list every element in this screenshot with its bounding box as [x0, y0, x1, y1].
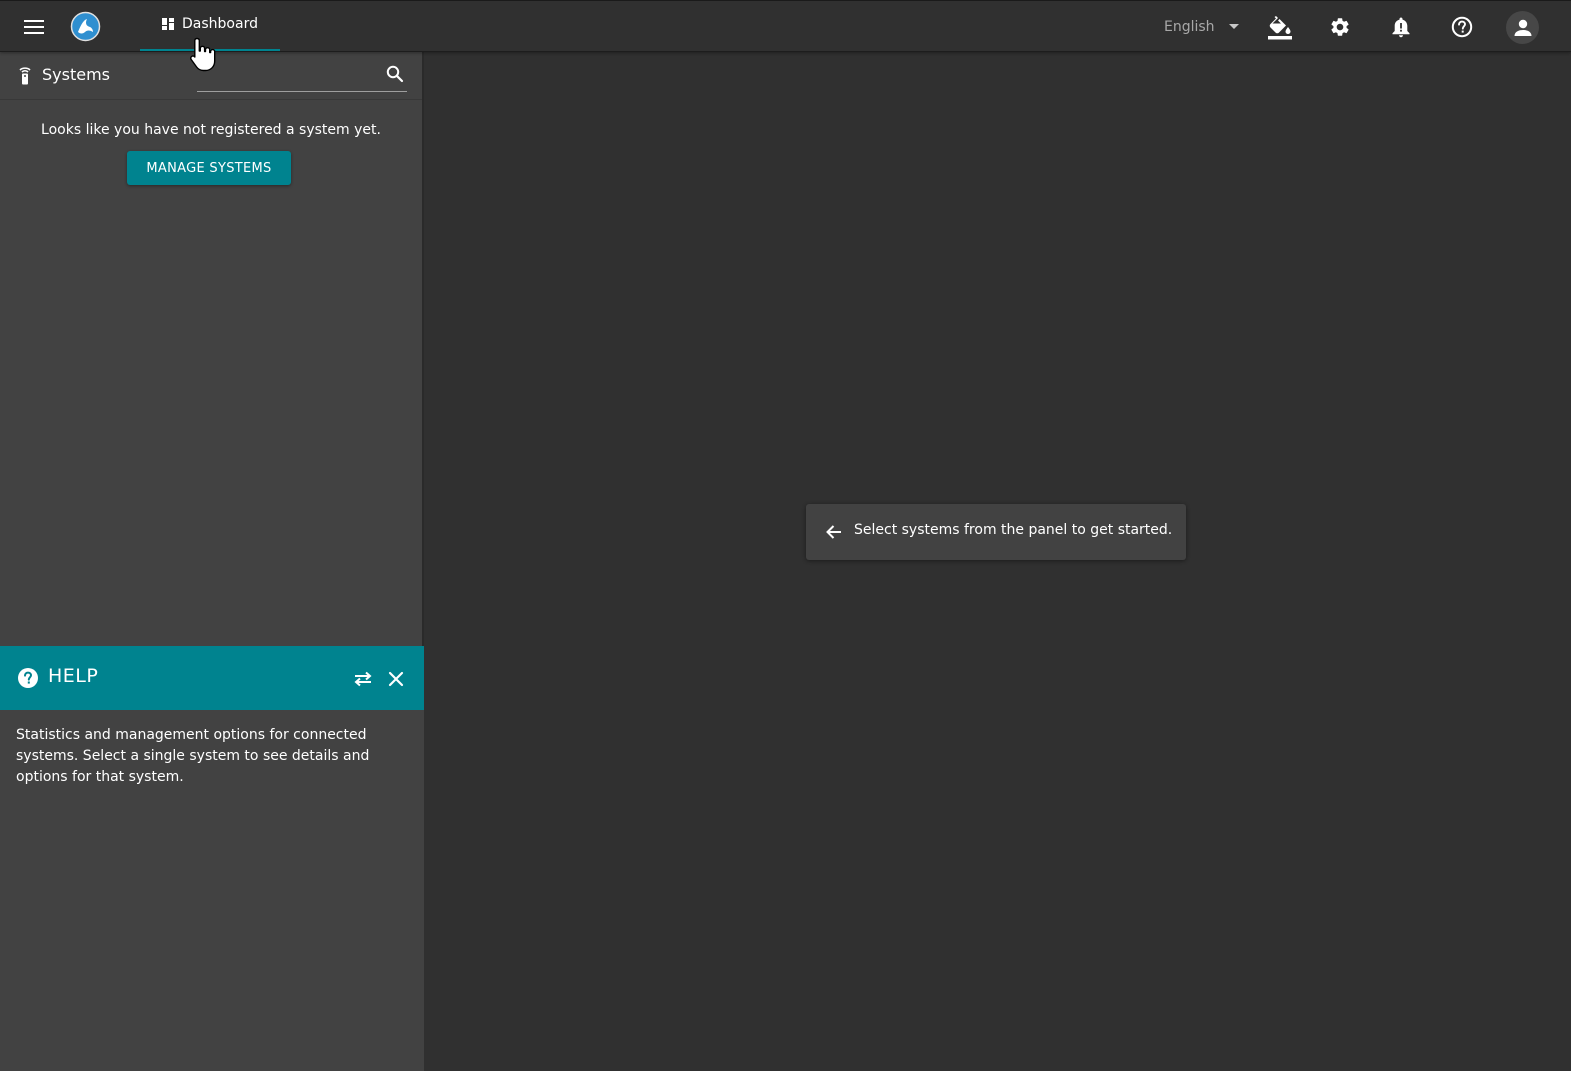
close-icon	[388, 671, 404, 687]
language-selected-value: English	[1164, 19, 1215, 35]
notifications-button[interactable]	[1383, 9, 1419, 45]
manage-systems-button[interactable]: MANAGE SYSTEMS	[127, 151, 291, 185]
close-help-button[interactable]	[383, 666, 409, 692]
help-header: HELP	[0, 646, 424, 710]
logo-icon	[70, 11, 101, 42]
paint-bucket-icon	[1268, 16, 1292, 40]
gear-icon	[1331, 18, 1349, 36]
help-circle-icon	[1451, 16, 1473, 38]
help-title: HELP	[48, 665, 99, 687]
chevron-down-icon	[1228, 24, 1239, 29]
get-started-hint: Select systems from the panel to get sta…	[806, 504, 1186, 560]
hint-text: Select systems from the panel to get sta…	[854, 522, 1173, 538]
main-content: Select systems from the panel to get sta…	[424, 52, 1571, 1071]
bell-alert-icon	[1392, 17, 1410, 38]
search-input[interactable]	[197, 60, 377, 90]
account-icon	[1514, 19, 1531, 36]
swap-panel-button[interactable]	[350, 666, 376, 692]
systems-search	[197, 60, 407, 92]
help-body-text: Statistics and management options for co…	[16, 727, 370, 785]
systems-title: Systems	[42, 65, 110, 84]
theme-button[interactable]	[1262, 9, 1298, 45]
search-icon[interactable]	[385, 64, 405, 84]
menu-icon	[24, 20, 44, 34]
app-logo[interactable]	[70, 11, 101, 42]
empty-systems-message: Looks like you have not registered a sys…	[41, 122, 381, 138]
tab-dashboard[interactable]: Dashboard	[140, 1, 280, 51]
top-bar: Dashboard English	[0, 0, 1571, 52]
help-button[interactable]	[1444, 9, 1480, 45]
arrow-left-icon	[826, 525, 841, 539]
account-button[interactable]	[1506, 11, 1539, 44]
tab-dashboard-label: Dashboard	[182, 16, 258, 32]
swap-horizontal-icon	[354, 671, 372, 687]
help-panel: HELP Statistics and management options f…	[0, 646, 424, 1071]
dashboard-icon	[162, 18, 175, 30]
systems-header: Systems	[0, 52, 422, 100]
language-select[interactable]: English	[1150, 9, 1250, 45]
remote-icon	[19, 67, 31, 85]
help-circle-filled-icon	[18, 668, 38, 688]
settings-button[interactable]	[1322, 9, 1358, 45]
menu-button[interactable]	[16, 9, 52, 45]
